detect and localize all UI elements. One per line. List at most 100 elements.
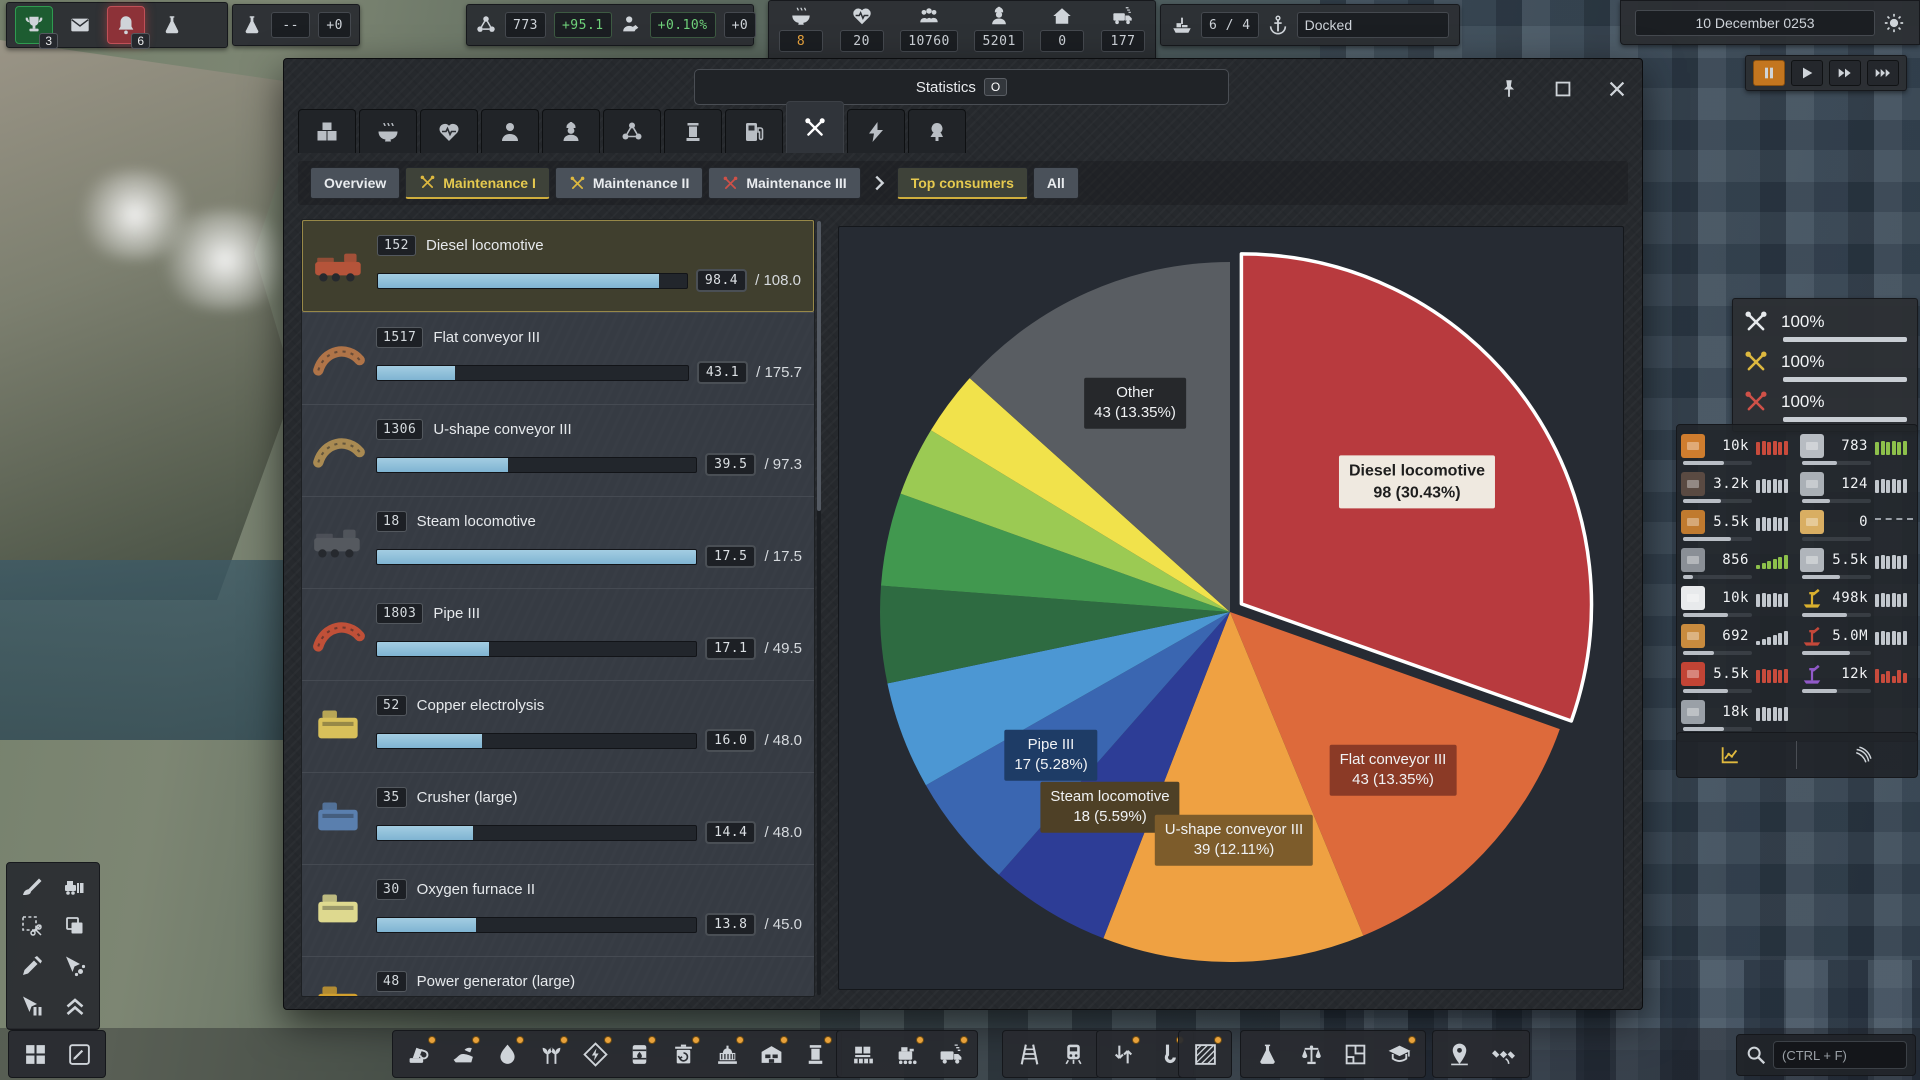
tool-edit-note[interactable] bbox=[59, 1034, 99, 1074]
consumer-row[interactable]: 52 Copper electrolysis 16.0 / 48.0 bbox=[302, 680, 814, 772]
consumer-row[interactable]: 1517 Flat conveyor III 43.1 / 175.7 bbox=[302, 312, 814, 404]
toolbar-crane-hook[interactable] bbox=[399, 1034, 439, 1074]
tool-pipette[interactable] bbox=[15, 951, 49, 981]
tool-grid[interactable] bbox=[15, 1034, 55, 1074]
toolbar-satellite[interactable] bbox=[1483, 1034, 1523, 1074]
close-button[interactable] bbox=[1600, 75, 1634, 103]
city-stat-truck[interactable]: 177 bbox=[1101, 5, 1145, 57]
consumer-row[interactable]: 1306 U-shape conveyor III 39.5 / 97.3 bbox=[302, 404, 814, 496]
resource-row[interactable]: 0 bbox=[1800, 507, 1913, 545]
tool-cut-selection[interactable] bbox=[15, 911, 49, 941]
filter-overview[interactable]: Overview bbox=[310, 167, 400, 199]
toolbar-flip-arrows[interactable] bbox=[1103, 1034, 1143, 1074]
resource-row[interactable]: 498k bbox=[1800, 583, 1913, 621]
population-panel[interactable]: 773 +95.1 +0.10% +0 bbox=[466, 4, 754, 46]
consumer-row[interactable]: 35 Crusher (large) 14.4 / 48.0 bbox=[302, 772, 814, 864]
pin-button[interactable] bbox=[1492, 75, 1526, 103]
toolbar-scales[interactable] bbox=[1291, 1034, 1331, 1074]
alerts-button[interactable]: 6 bbox=[107, 6, 145, 44]
stats-tab-tools-cross[interactable] bbox=[786, 101, 844, 153]
tool-paintbrush[interactable] bbox=[15, 871, 49, 901]
toolbar-power-diamond[interactable] bbox=[575, 1034, 615, 1074]
resource-row[interactable]: 10k bbox=[1681, 431, 1794, 469]
city-stat-bowl[interactable]: 8 bbox=[779, 5, 823, 57]
toolbar-blueprint-pattern[interactable] bbox=[1185, 1034, 1225, 1074]
resource-row[interactable]: 5.5k bbox=[1800, 545, 1913, 583]
consumer-row[interactable]: 30 Oxygen furnace II 13.8 / 45.0 bbox=[302, 864, 814, 956]
toolbar-oil-barrel[interactable] bbox=[619, 1034, 659, 1074]
stats-tab-worker[interactable] bbox=[542, 109, 600, 153]
fastest-forward-button[interactable] bbox=[1867, 60, 1899, 86]
toolbar-capitol[interactable] bbox=[707, 1034, 747, 1074]
city-stat-heart-pulse[interactable]: 20 bbox=[840, 5, 884, 57]
milestones-button[interactable]: 3 bbox=[15, 6, 53, 44]
toolbar-pallet[interactable] bbox=[843, 1034, 883, 1074]
resource-row[interactable]: 12k bbox=[1800, 659, 1913, 697]
hook-tool-icon bbox=[1155, 1042, 1180, 1067]
toolbar-crops[interactable] bbox=[531, 1034, 571, 1074]
toolbar-truck[interactable] bbox=[931, 1034, 971, 1074]
stats-tab-pillar[interactable] bbox=[664, 109, 722, 153]
stats-tab-bolt[interactable] bbox=[847, 109, 905, 153]
resource-row[interactable]: 856 bbox=[1681, 545, 1794, 583]
subfilter-all[interactable]: All bbox=[1033, 167, 1079, 199]
tool-collapse-chevrons[interactable] bbox=[58, 991, 92, 1021]
toolbar-map-pin[interactable] bbox=[1439, 1034, 1479, 1074]
tool-copy[interactable] bbox=[58, 911, 92, 941]
toolbar-rails[interactable] bbox=[1009, 1034, 1049, 1074]
consumer-row[interactable]: 1803 Pipe III 17.1 / 49.5 bbox=[302, 588, 814, 680]
resource-row[interactable]: 5.5k bbox=[1681, 507, 1794, 545]
resource-row[interactable]: 5.0M bbox=[1800, 621, 1913, 659]
tool-pause-cursor[interactable] bbox=[15, 991, 49, 1021]
stats-tab-crate[interactable] bbox=[298, 109, 356, 153]
tool-bulldozer[interactable] bbox=[58, 871, 92, 901]
filter-maintenance-i[interactable]: Maintenance I bbox=[405, 167, 550, 199]
toolbar-pillar[interactable] bbox=[795, 1034, 835, 1074]
stats-tab-bowl[interactable] bbox=[359, 109, 417, 153]
stats-tab-tree[interactable] bbox=[908, 109, 966, 153]
overlay-tab-statistics[interactable] bbox=[1690, 737, 1770, 773]
toolbar-assembly-machine[interactable] bbox=[887, 1034, 927, 1074]
ship-panel[interactable]: 6 / 4 Docked bbox=[1160, 4, 1460, 46]
city-stat-worker[interactable]: 5201 bbox=[974, 5, 1023, 57]
stats-tab-fuel-pump[interactable] bbox=[725, 109, 783, 153]
resource-row[interactable]: 10k bbox=[1681, 583, 1794, 621]
stats-tab-heart-pulse[interactable] bbox=[420, 109, 478, 153]
list-scrollbar[interactable] bbox=[817, 221, 821, 995]
consumer-row[interactable]: 18 Steam locomotive 17.5 / 17.5 bbox=[302, 496, 814, 588]
search-input[interactable] bbox=[1773, 1041, 1907, 1069]
toolbar-hand-terrain[interactable] bbox=[443, 1034, 483, 1074]
research-button[interactable] bbox=[153, 6, 191, 44]
toolbar-grad-cap[interactable] bbox=[1379, 1034, 1419, 1074]
resource-row[interactable]: 5.5k bbox=[1681, 659, 1794, 697]
toolbar-water-drop[interactable] bbox=[487, 1034, 527, 1074]
toolbar-floorplan[interactable] bbox=[1335, 1034, 1375, 1074]
filter-maintenance-ii[interactable]: Maintenance II bbox=[555, 167, 703, 199]
subfilter-top-consumers[interactable]: Top consumers bbox=[897, 167, 1028, 199]
pause-button[interactable] bbox=[1753, 60, 1785, 86]
messages-button[interactable] bbox=[61, 6, 99, 44]
toolbar-train[interactable] bbox=[1053, 1034, 1093, 1074]
overlay-tab-recipes[interactable] bbox=[1824, 737, 1904, 773]
resource-row[interactable]: 18k bbox=[1681, 697, 1794, 735]
maximize-button[interactable] bbox=[1546, 75, 1580, 103]
toolbar-flask[interactable] bbox=[1247, 1034, 1287, 1074]
window-title-bar[interactable]: Statistics O bbox=[694, 69, 1229, 105]
stats-tab-molecule[interactable] bbox=[603, 109, 661, 153]
stats-tab-person[interactable] bbox=[481, 109, 539, 153]
tool-select-similar[interactable] bbox=[58, 951, 92, 981]
consumer-count-badge: 30 bbox=[376, 879, 407, 900]
city-stat-people[interactable]: 10760 bbox=[900, 5, 958, 57]
consumer-row[interactable]: 48 Power generator (large) bbox=[302, 956, 814, 997]
resource-row[interactable]: 692 bbox=[1681, 621, 1794, 659]
toolbar-warehouse[interactable] bbox=[751, 1034, 791, 1074]
toolbar-recycle-bin[interactable] bbox=[663, 1034, 703, 1074]
filter-maintenance-iii[interactable]: Maintenance III bbox=[708, 167, 860, 199]
resource-row[interactable]: 3.2k bbox=[1681, 469, 1794, 507]
consumer-row[interactable]: 152 Diesel locomotive 98.4 / 108.0 bbox=[302, 220, 814, 312]
play-button[interactable] bbox=[1791, 60, 1823, 86]
resource-row[interactable]: 783 bbox=[1800, 431, 1913, 469]
resource-row[interactable]: 124 bbox=[1800, 469, 1913, 507]
fast-forward-button[interactable] bbox=[1829, 60, 1861, 86]
city-stat-home[interactable]: 0 bbox=[1040, 5, 1084, 57]
